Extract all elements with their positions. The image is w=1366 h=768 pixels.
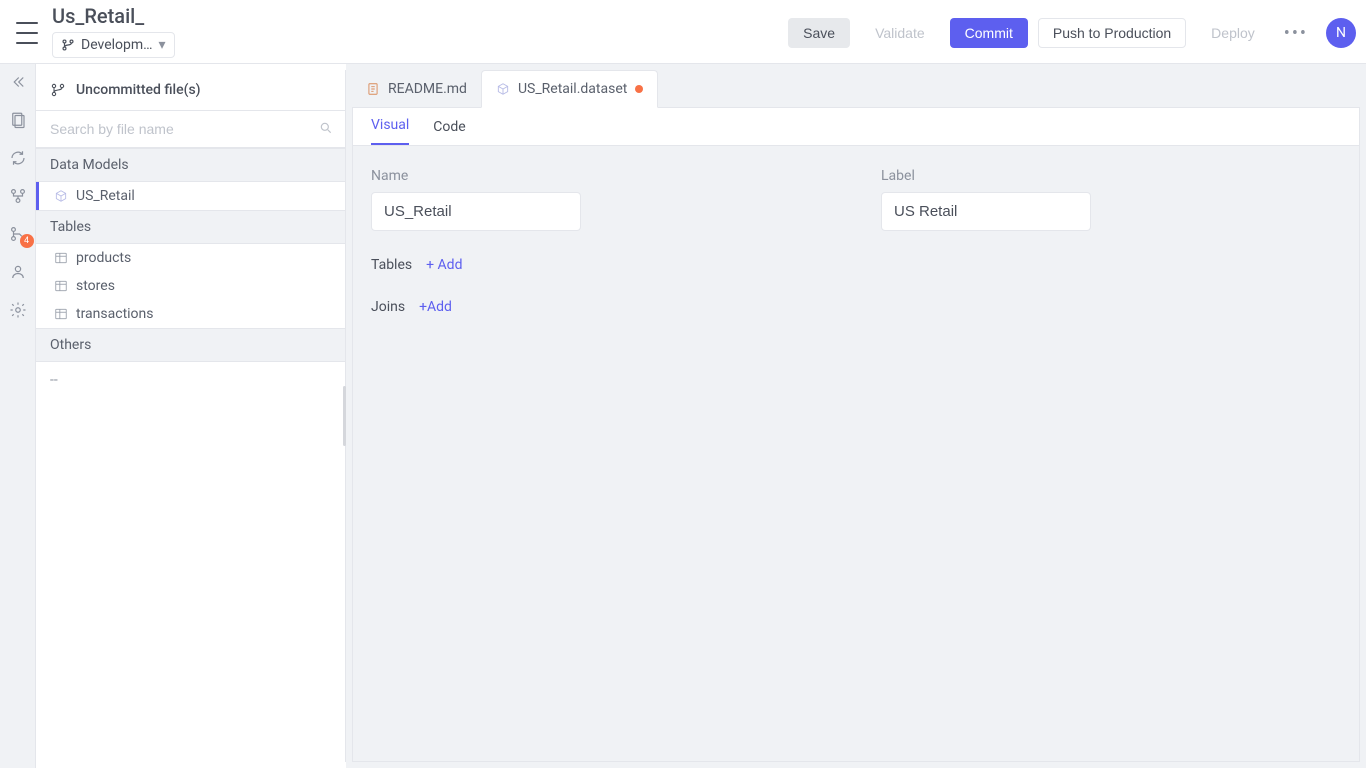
menu-icon[interactable] [16, 22, 38, 44]
data-model-item[interactable]: US_Retail [36, 182, 345, 210]
validate-button: Validate [860, 18, 940, 48]
files-icon[interactable] [8, 110, 28, 130]
tab-readme[interactable]: README.md [352, 70, 481, 108]
search-input[interactable] [36, 111, 345, 148]
doc-icon [366, 82, 380, 96]
label-input[interactable] [881, 192, 1091, 231]
user-icon[interactable] [8, 262, 28, 282]
tab-label: US_Retail.dataset [518, 81, 627, 97]
cube-icon [496, 82, 510, 96]
table-item[interactable]: products [36, 244, 345, 272]
collapse-panel-icon[interactable] [8, 72, 28, 92]
name-input[interactable] [371, 192, 581, 231]
tab-dataset[interactable]: US_Retail.dataset [481, 70, 658, 108]
settings-icon[interactable] [8, 300, 28, 320]
branch-label: Developm… [81, 37, 153, 53]
section-data-models: Data Models [36, 148, 345, 182]
branch-selector[interactable]: Developm… ▾ [52, 32, 175, 58]
cube-icon [54, 189, 68, 203]
table-icon [54, 279, 68, 293]
changes-icon[interactable]: 4 [8, 224, 28, 244]
deploy-button: Deploy [1196, 18, 1270, 48]
tables-heading: Tables [371, 257, 412, 273]
add-table-link[interactable]: + Add [426, 257, 462, 273]
changes-badge: 4 [20, 234, 34, 248]
add-join-link[interactable]: +Add [419, 299, 452, 315]
others-empty: -- [36, 362, 345, 398]
table-item[interactable]: stores [36, 272, 345, 300]
push-to-production-button[interactable]: Push to Production [1038, 18, 1186, 48]
branch-icon [61, 38, 75, 52]
table-label: transactions [76, 306, 154, 322]
subtab-code[interactable]: Code [433, 109, 465, 145]
label-field-label: Label [881, 168, 1091, 184]
table-label: stores [76, 278, 115, 294]
tab-strip-filler [658, 70, 1360, 108]
commit-button[interactable]: Commit [950, 18, 1028, 48]
save-button[interactable]: Save [788, 18, 850, 48]
git-icon[interactable] [8, 186, 28, 206]
file-panel-title: Uncommitted file(s) [76, 82, 201, 98]
project-title: Us_Retail_ [52, 4, 175, 28]
more-menu-icon[interactable]: ••• [1280, 23, 1312, 44]
subtab-visual[interactable]: Visual [371, 107, 409, 145]
avatar[interactable]: N [1326, 18, 1356, 48]
refresh-icon[interactable] [8, 148, 28, 168]
modified-indicator [635, 85, 643, 93]
table-icon [54, 307, 68, 321]
data-model-label: US_Retail [76, 188, 135, 204]
tab-label: README.md [388, 81, 467, 97]
name-field-label: Name [371, 168, 581, 184]
chevron-down-icon: ▾ [159, 37, 166, 53]
search-icon [319, 121, 333, 139]
file-panel-header: Uncommitted file(s) [36, 70, 345, 111]
table-label: products [76, 250, 131, 266]
table-item[interactable]: transactions [36, 300, 345, 328]
table-icon [54, 251, 68, 265]
section-tables: Tables [36, 210, 345, 244]
joins-heading: Joins [371, 299, 405, 315]
section-others: Others [36, 328, 345, 362]
